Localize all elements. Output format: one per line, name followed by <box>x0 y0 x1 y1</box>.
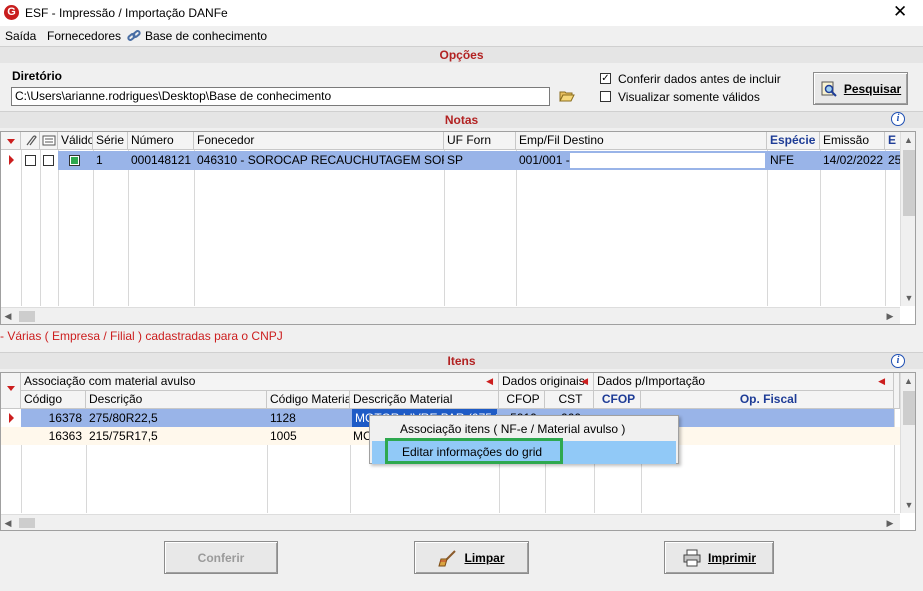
col-e[interactable]: E <box>885 132 901 150</box>
limpar-button[interactable]: Limpar <box>414 541 529 574</box>
notas-grid: Válido Série Número Fonecedor UF Forn Em… <box>0 131 916 325</box>
printer-icon <box>683 549 701 566</box>
col-cfop-orig[interactable]: CFOP <box>499 391 545 409</box>
row-emissao: 14/02/2022 <box>823 153 884 167</box>
imprimir-label: Imprimir <box>707 550 756 565</box>
diretorio-label: Diretório <box>12 69 63 83</box>
item-codigo-material: 1128 <box>270 411 296 425</box>
collapse-left-icon[interactable]: ◀ <box>486 373 493 390</box>
notas-doc-icon[interactable] <box>40 132 58 150</box>
item-codigo: 16378 <box>48 411 82 425</box>
close-icon[interactable]: ✕ <box>893 2 907 22</box>
row-extra: 25 <box>888 153 901 167</box>
itens-hscroll[interactable]: ◀ ▶ <box>1 514 900 530</box>
row-emp-dropdown[interactable] <box>570 153 765 168</box>
group-dados-originais[interactable]: Dados originais ◀ <box>499 373 594 391</box>
item-descricao: 215/75R17,5 <box>89 429 158 443</box>
collapse-left-icon[interactable]: ◀ <box>581 373 588 390</box>
notas-sort-arrow-icon[interactable] <box>1 132 21 150</box>
folder-open-icon[interactable] <box>559 89 575 103</box>
notas-row[interactable]: 1 000148121 046310 - SOROCAP RECAUCHUTAG… <box>1 151 901 170</box>
conferir-label: Conferir <box>197 550 245 565</box>
visualizar-validos-label: Visualizar somente válidos <box>618 90 760 104</box>
col-cst[interactable]: CST <box>545 391 594 409</box>
pesquisar-button[interactable]: Pesquisar <box>813 72 908 105</box>
visualizar-validos-checkbox[interactable] <box>600 91 611 102</box>
itens-vscroll[interactable]: ▲ ▼ <box>900 373 915 513</box>
conferir-checkbox[interactable]: ✓ <box>600 73 611 84</box>
search-icon <box>821 81 837 97</box>
broom-icon <box>438 549 457 566</box>
group-associacao[interactable]: Associação com material avulso ◀ <box>21 373 499 391</box>
notas-info-icon[interactable]: i <box>891 112 905 126</box>
limpar-label: Limpar <box>464 550 505 565</box>
collapse-left-icon[interactable]: ◀ <box>878 373 885 390</box>
col-descricao-material[interactable]: Descrição Material <box>350 391 499 409</box>
notas-clip-icon[interactable] <box>21 132 40 150</box>
window-title: ESF - Impressão / Importação DANFe <box>25 6 228 20</box>
group-dados-importacao[interactable]: Dados p/Importação ◀ <box>594 373 894 391</box>
item-descricao: 275/80R22,5 <box>89 411 158 425</box>
notas-vscroll[interactable]: ▲ ▼ <box>900 132 915 306</box>
row-numero: 000148121 <box>131 153 192 167</box>
row-emp: 001/001 - <box>519 153 570 167</box>
conferir-label: Conferir dados antes de incluir <box>618 72 781 86</box>
col-numero[interactable]: Número <box>128 132 194 150</box>
notas-header: Notas <box>0 111 923 128</box>
itens-header: Itens <box>0 352 923 369</box>
imprimir-button[interactable]: Imprimir <box>664 541 774 574</box>
highlight-box <box>385 438 563 464</box>
row-fornecedor: 046310 - SOROCAP RECAUCHUTAGEM SOROC... <box>197 153 444 167</box>
link-icon <box>127 29 142 43</box>
menu-saida[interactable]: Saída <box>5 29 36 43</box>
col-fornecedor[interactable]: Fonecedor <box>194 132 444 150</box>
col-valido[interactable]: Válido <box>58 132 93 150</box>
notas-hscroll[interactable]: ◀ ▶ <box>1 307 900 324</box>
item-codigo-material: 1005 <box>270 429 297 443</box>
col-serie[interactable]: Série <box>93 132 128 150</box>
row-pointer-icon <box>1 409 21 427</box>
app-logo-icon: G <box>4 5 19 20</box>
col-emissao[interactable]: Emissão <box>820 132 885 150</box>
group-dados-originais-label: Dados originais <box>502 374 585 388</box>
menu-base-conhecimento[interactable]: Base de conhecimento <box>145 29 267 43</box>
opcoes-header: Opções <box>0 46 923 63</box>
col-emp-fil-destino[interactable]: Emp/Fil Destino <box>516 132 767 150</box>
col-codigo-material[interactable]: Código Material <box>267 391 350 409</box>
row-serie: 1 <box>96 153 103 167</box>
row-especie: NFE <box>770 153 794 167</box>
itens-info-icon[interactable]: i <box>891 354 905 368</box>
col-cfop-import[interactable]: CFOP <box>594 391 641 409</box>
col-op-fiscal[interactable]: Op. Fiscal <box>641 391 894 409</box>
item-codigo: 16363 <box>48 429 82 443</box>
col-descricao[interactable]: Descrição <box>86 391 267 409</box>
itens-sort-arrow-icon[interactable] <box>1 373 21 409</box>
row-valido-indicator <box>69 155 80 166</box>
col-uf-forn[interactable]: UF Forn <box>444 132 516 150</box>
pesquisar-label: Pesquisar <box>843 81 902 96</box>
row-clip-checkbox[interactable] <box>25 155 36 166</box>
conferir-button[interactable]: Conferir <box>164 541 278 574</box>
group-dados-importacao-label: Dados p/Importação <box>597 374 706 388</box>
row-uf: SP <box>447 153 464 167</box>
group-associacao-label: Associação com material avulso <box>24 374 196 388</box>
row-pointer-icon <box>1 151 21 169</box>
menu-fornecedores[interactable]: Fornecedores <box>47 29 121 43</box>
col-especie[interactable]: Espécie <box>767 132 820 150</box>
cnpj-warning: - Várias ( Empresa / Filial ) cadastrada… <box>0 329 283 343</box>
row-doc-checkbox[interactable] <box>43 155 54 166</box>
col-codigo[interactable]: Código <box>21 391 86 409</box>
diretorio-input[interactable]: C:\Users\arianne.rodrigues\Desktop\Base … <box>11 87 550 106</box>
